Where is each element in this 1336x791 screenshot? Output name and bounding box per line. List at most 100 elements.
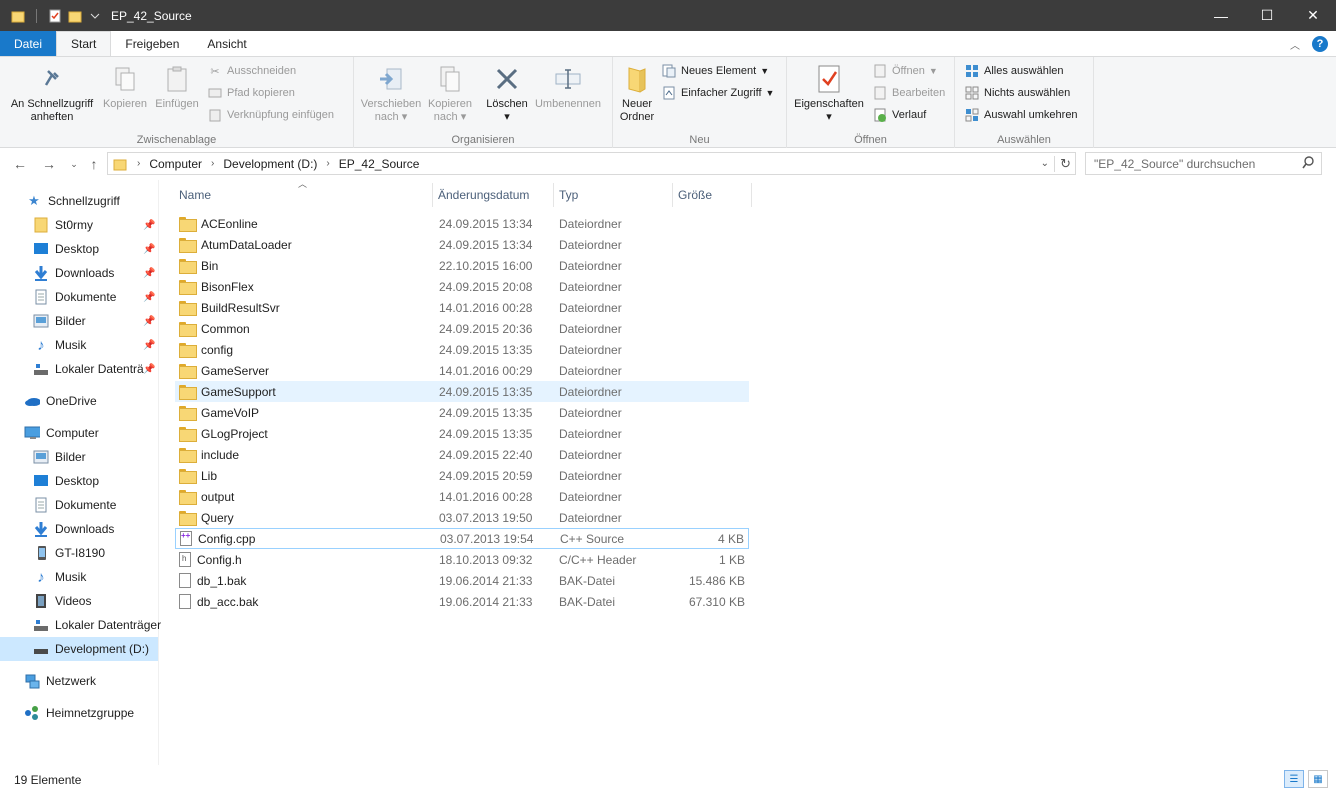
new-folder-icon[interactable] [67, 8, 83, 24]
edit-button[interactable]: Bearbeiten [872, 83, 945, 103]
new-folder-button[interactable]: Neuer Ordner [617, 63, 657, 124]
nav-quick-st0rmy[interactable]: St0rmy [33, 213, 93, 237]
rename-button[interactable]: Umbenennen [532, 63, 604, 111]
select-all-button[interactable]: Alles auswählen [964, 61, 1064, 81]
back-icon[interactable]: ← [11, 155, 29, 173]
nav-computer-phone[interactable]: GT-I8190 [33, 541, 105, 565]
large-icons-view-icon[interactable]: ▦ [1308, 770, 1328, 788]
item-count: 19 Elemente [14, 772, 82, 787]
column-date[interactable]: Änderungsdatum [434, 183, 554, 207]
breadcrumb-development[interactable]: Development (D:) [223, 157, 317, 171]
file-row[interactable]: config 24.09.2015 13:35 Dateiordner [175, 339, 749, 360]
column-size[interactable]: Größe [674, 183, 752, 207]
nav-homegroup[interactable]: Heimnetzgruppe [24, 701, 134, 725]
file-row[interactable]: db_1.bak 19.06.2014 21:33 BAK-Datei 15.486 … [175, 570, 749, 591]
file-row[interactable]: Config.cpp 03.07.2013 19:54 C++ Source 4 KB [175, 528, 749, 549]
nav-computer-local-disk[interactable]: Lokaler Datenträger [33, 613, 161, 637]
tab-ansicht[interactable]: Ansicht [193, 31, 260, 56]
search-input[interactable]: "EP_42_Source" durchsuchen [1085, 152, 1322, 175]
copy-to-button[interactable]: Kopieren nach ▾ [424, 63, 476, 124]
nav-network[interactable]: Netzwerk [24, 669, 96, 693]
file-row[interactable]: Bin 22.10.2015 16:00 Dateiordner [175, 255, 749, 276]
chevron-right-icon[interactable]: › [211, 158, 214, 169]
delete-dropdown-icon[interactable]: ▾ [482, 111, 532, 124]
minimize-button[interactable]: — [1198, 0, 1244, 31]
nav-computer-desktop[interactable]: Desktop [33, 469, 99, 493]
file-row[interactable]: GameVoIP 24.09.2015 13:35 Dateiordner [175, 402, 749, 423]
nav-quick-desktop[interactable]: Desktop [33, 237, 99, 261]
paste-shortcut-button[interactable]: Verknüpfung einfügen [207, 105, 334, 125]
file-row[interactable]: db_acc.bak 19.06.2014 21:33 BAK-Datei 67.31… [175, 591, 749, 612]
file-row[interactable]: Common 24.09.2015 20:36 Dateiordner [175, 318, 749, 339]
column-type[interactable]: Typ [555, 183, 673, 207]
chevron-right-icon[interactable]: › [326, 158, 329, 169]
recent-dropdown-icon[interactable]: ⌄ [65, 155, 83, 173]
cut-button[interactable]: ✂ Ausschneiden [207, 61, 296, 81]
properties-icon[interactable] [47, 8, 63, 24]
close-button[interactable]: ✕ [1290, 0, 1336, 31]
breadcrumb-ep42source[interactable]: EP_42_Source [339, 157, 420, 171]
file-row[interactable]: Lib 24.09.2015 20:59 Dateiordner [175, 465, 749, 486]
file-row[interactable]: GameSupport 24.09.2015 13:35 Dateiordner [175, 381, 749, 402]
copy-path-button[interactable]: Pfad kopieren [207, 83, 295, 103]
file-row[interactable]: AtumDataLoader 24.09.2015 13:34 Dateiordne… [175, 234, 749, 255]
nav-computer-videos[interactable]: Videos [33, 589, 91, 613]
file-row[interactable]: GameServer 14.01.2016 00:29 Dateiordner [175, 360, 749, 381]
history-button[interactable]: Verlauf [872, 105, 926, 125]
properties-button[interactable]: Eigenschaften ▾ [791, 63, 867, 124]
move-to-button[interactable]: Verschieben nach ▾ [358, 63, 424, 124]
nav-quick-downloads[interactable]: Downloads [33, 261, 114, 285]
easy-access-button[interactable]: Einfacher Zugriff ▼ [661, 83, 774, 103]
invert-selection-button[interactable]: Auswahl umkehren [964, 105, 1078, 125]
new-item-button[interactable]: Neues Element ▼ [661, 61, 769, 81]
expand-ribbon-icon[interactable]: ︿ [1290, 37, 1300, 52]
open-button[interactable]: Öffnen ▼ [872, 61, 938, 81]
tab-datei[interactable]: Datei [0, 31, 57, 56]
paste-button[interactable]: Einfügen [152, 63, 202, 111]
help-icon[interactable]: ? [1312, 36, 1328, 52]
nav-onedrive[interactable]: OneDrive [24, 389, 97, 413]
nav-quick-music[interactable]: ♪ Musik [33, 333, 86, 357]
folder-icon [179, 406, 197, 421]
file-name: output [201, 489, 235, 504]
nav-quick-local-disk[interactable]: Lokaler Datenträ [33, 357, 144, 381]
file-row[interactable]: Config.h 18.10.2013 09:32 C/C++ Header 1 KB [175, 549, 749, 570]
chevron-right-icon[interactable]: › [137, 158, 140, 169]
properties-dropdown-icon[interactable]: ▾ [791, 111, 867, 124]
nav-computer-downloads[interactable]: Downloads [33, 517, 114, 541]
file-row[interactable]: ACEonline 24.09.2015 13:34 Dateiordner [175, 213, 749, 234]
forward-icon[interactable]: → [40, 155, 58, 173]
file-row[interactable]: Query 03.07.2013 19:50 Dateiordner [175, 507, 749, 528]
file-row[interactable]: BuildResultSvr 14.01.2016 00:28 Dateiordne… [175, 297, 749, 318]
file-type: Dateiordner [559, 216, 622, 231]
address-bar[interactable]: › Computer › Development (D:) › EP_42_So… [107, 152, 1076, 175]
search-icon[interactable] [1302, 156, 1315, 172]
customize-dropdown-icon[interactable] [87, 8, 103, 24]
details-view-icon[interactable]: ☰ [1284, 770, 1304, 788]
maximize-button[interactable]: ☐ [1244, 0, 1290, 31]
nav-computer-music[interactable]: ♪ Musik [33, 565, 86, 589]
breadcrumb-computer[interactable]: Computer [149, 157, 202, 171]
nav-computer-development[interactable]: Development (D:) [0, 637, 158, 661]
copy-button[interactable]: Kopieren [100, 63, 150, 111]
select-none-button[interactable]: Nichts auswählen [964, 83, 1070, 103]
delete-button[interactable]: Löschen ▾ [482, 63, 532, 124]
up-icon[interactable]: ↑ [85, 155, 103, 173]
file-row[interactable]: include 24.09.2015 22:40 Dateiordner [175, 444, 749, 465]
file-row[interactable]: GLogProject 24.09.2015 13:35 Dateiordner [175, 423, 749, 444]
tab-start[interactable]: Start [56, 31, 112, 56]
new-folder-big-icon [621, 63, 653, 95]
nav-computer-documents[interactable]: Dokumente [33, 493, 116, 517]
nav-computer-pictures[interactable]: Bilder [33, 445, 86, 469]
file-row[interactable]: output 14.01.2016 00:28 Dateiordner [175, 486, 749, 507]
address-dropdown-icon[interactable]: ⌄ [1041, 158, 1049, 169]
pin-quick-access-button[interactable]: An Schnellzugriff anheften [4, 63, 100, 124]
file-row[interactable]: BisonFlex 24.09.2015 20:08 Dateiordner [175, 276, 749, 297]
nav-quick-access[interactable]: ★ Schnellzugriff [26, 189, 120, 213]
nav-quick-pictures[interactable]: Bilder [33, 309, 86, 333]
nav-computer[interactable]: Computer [24, 421, 99, 445]
refresh-icon[interactable]: ↻ [1054, 155, 1071, 172]
nav-quick-documents[interactable]: Dokumente [33, 285, 116, 309]
tab-freigeben[interactable]: Freigeben [111, 31, 193, 56]
column-name[interactable]: Name [175, 183, 433, 207]
